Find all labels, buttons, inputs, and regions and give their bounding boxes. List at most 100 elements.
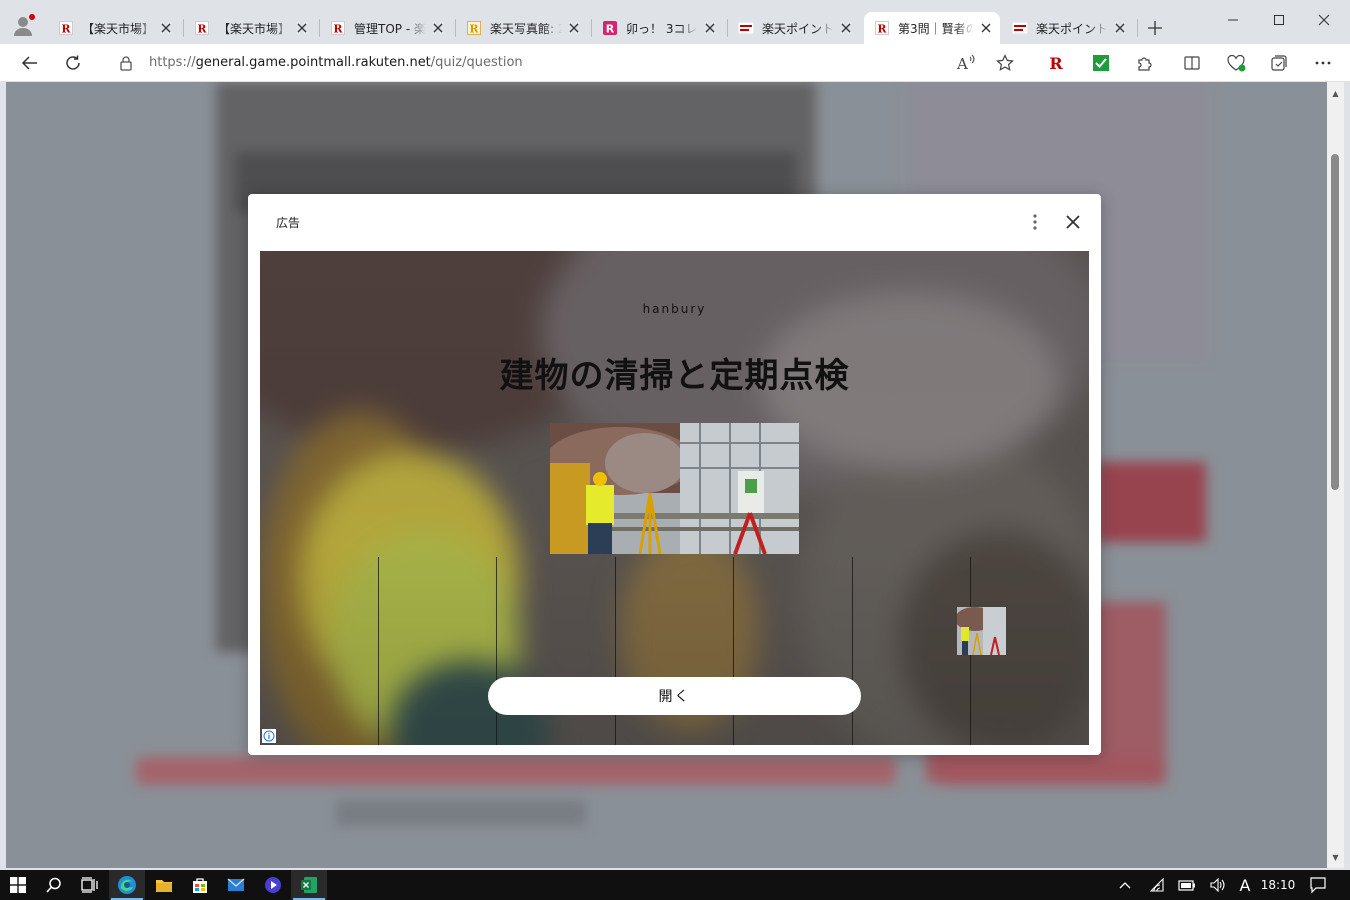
browser-essentials-button[interactable] xyxy=(1224,51,1248,75)
ad-thumbnail[interactable] xyxy=(957,607,1006,655)
star-icon xyxy=(996,54,1014,71)
show-hidden-icons-button[interactable] xyxy=(1114,870,1136,900)
rakuten-extension-button[interactable]: R xyxy=(1044,51,1068,75)
ad-creative[interactable]: hanbury 建物の清掃と定期点検 開く xyxy=(260,251,1089,745)
tab-title: 楽天ポイントモ xyxy=(762,21,834,36)
tab-close-icon[interactable] xyxy=(838,20,854,36)
more-horizontal-icon xyxy=(1315,61,1331,65)
minimize-button[interactable] xyxy=(1210,6,1256,34)
ad-open-button[interactable]: 開く xyxy=(488,677,861,715)
pointmall-icon xyxy=(1012,20,1028,36)
clock[interactable]: 18:10 xyxy=(1260,870,1296,900)
read-aloud-icon: A xyxy=(956,54,975,72)
rakuten-r-icon: R xyxy=(1049,54,1063,72)
taskbar-file-explorer[interactable] xyxy=(146,870,182,900)
svg-text:R: R xyxy=(606,23,615,36)
refresh-button[interactable] xyxy=(61,51,85,75)
folder-icon xyxy=(156,880,172,892)
taskbar-excel[interactable] xyxy=(291,870,327,900)
edge-browser-icon xyxy=(118,876,136,894)
tab-title: 楽天ポイントモ xyxy=(1036,21,1108,36)
notification-center-button[interactable] xyxy=(1305,870,1331,900)
adchoices-info-icon[interactable] xyxy=(262,729,276,743)
speaker-icon xyxy=(1210,878,1225,892)
favorite-button[interactable] xyxy=(993,51,1017,75)
tab-collection[interactable]: R 卯っ！ 3コレも xyxy=(592,12,724,44)
tab-close-icon[interactable] xyxy=(978,20,994,36)
plus-icon xyxy=(1148,21,1162,35)
tab-close-icon[interactable] xyxy=(1112,20,1128,36)
ime-indicator[interactable]: A xyxy=(1235,870,1255,900)
excel-icon xyxy=(301,877,317,893)
rakuten-r-icon: R xyxy=(194,20,210,36)
store-icon xyxy=(193,878,207,893)
creative-divider-line xyxy=(852,557,853,745)
split-screen-button[interactable] xyxy=(1180,51,1204,75)
taskbar-edge[interactable] xyxy=(109,870,145,900)
volume-button[interactable] xyxy=(1207,870,1229,900)
taskbar-media-player[interactable] xyxy=(255,870,291,900)
close-window-button[interactable] xyxy=(1301,6,1347,34)
ad-label: 広告 xyxy=(276,216,301,230)
ad-brand-name: hanbury xyxy=(642,302,707,316)
tab-close-icon[interactable] xyxy=(158,20,174,36)
svg-text:R: R xyxy=(469,23,479,36)
tab-rakuten-ichiba-2[interactable]: R 【楽天市場】ペ xyxy=(184,12,316,44)
taskbar-store[interactable] xyxy=(182,870,218,900)
collections-button[interactable] xyxy=(1267,51,1291,75)
page-scrollbar[interactable]: ▲ ▼ xyxy=(1327,82,1344,868)
tab-close-icon[interactable] xyxy=(294,20,310,36)
search-button[interactable] xyxy=(36,870,72,900)
url-text[interactable]: https://general.game.pointmall.rakuten.n… xyxy=(149,55,523,70)
battery-button[interactable] xyxy=(1176,870,1198,900)
pointmall-icon xyxy=(738,20,754,36)
tab-title: 【楽天市場】ペ xyxy=(218,21,290,36)
read-aloud-button[interactable]: A xyxy=(954,51,978,75)
task-view-button[interactable] xyxy=(72,870,108,900)
address-bar[interactable]: https://general.game.pointmall.rakuten.n… xyxy=(101,48,1036,78)
lock-icon[interactable] xyxy=(119,55,135,71)
green-check-icon xyxy=(1093,55,1109,71)
back-button[interactable] xyxy=(18,51,42,75)
tab-admin-top[interactable]: R 管理TOP - 楽天 xyxy=(320,12,452,44)
rakuten-r-icon: R xyxy=(330,20,346,36)
tab-title: 管理TOP - 楽天 xyxy=(354,21,426,36)
task-view-icon xyxy=(81,877,98,893)
minimize-icon xyxy=(1228,19,1238,21)
new-tab-button[interactable] xyxy=(1143,16,1167,40)
tab-title: 楽天写真館: 2 xyxy=(490,21,562,36)
ad-main-photo[interactable] xyxy=(550,423,799,554)
creative-divider-line xyxy=(378,557,379,745)
extensions-button[interactable] xyxy=(1133,51,1157,75)
svg-text:R: R xyxy=(61,23,71,36)
maximize-button[interactable] xyxy=(1256,6,1302,34)
settings-menu-button[interactable] xyxy=(1311,51,1335,75)
ad-options-button[interactable] xyxy=(1024,211,1046,233)
rakuten-r-pink-icon: R xyxy=(602,20,618,36)
media-play-icon xyxy=(265,877,281,893)
rakuten-photo-icon: R xyxy=(466,20,482,36)
tab-close-icon[interactable] xyxy=(430,20,446,36)
scrollbar-thumb[interactable] xyxy=(1331,154,1339,490)
taskbar-mail[interactable] xyxy=(218,870,254,900)
tab-pointmall-1[interactable]: 楽天ポイントモ xyxy=(728,12,860,44)
url-scheme: https:// xyxy=(149,55,196,70)
tab-pointmall-2[interactable]: 楽天ポイントモ xyxy=(1002,12,1134,44)
tab-close-icon[interactable] xyxy=(702,20,718,36)
tab-close-icon[interactable] xyxy=(566,20,582,36)
scroll-up-icon[interactable]: ▲ xyxy=(1330,88,1341,98)
profile-avatar-icon[interactable] xyxy=(12,13,36,37)
tab-rakuten-ichiba-1[interactable]: R 【楽天市場】Sh xyxy=(48,12,180,44)
maximize-icon xyxy=(1274,15,1284,25)
tab-rakuten-photo[interactable]: R 楽天写真館: 2 xyxy=(456,12,588,44)
network-button[interactable] xyxy=(1146,870,1168,900)
refresh-icon xyxy=(66,55,80,70)
mail-icon xyxy=(227,878,245,891)
scroll-down-icon[interactable]: ▼ xyxy=(1330,852,1341,862)
checkmark-extension-button[interactable] xyxy=(1089,51,1113,75)
tab-quiz-active[interactable]: R 第3問｜賢者の xyxy=(864,12,1000,44)
heart-pulse-icon xyxy=(1227,54,1246,72)
ad-close-button[interactable] xyxy=(1062,211,1084,233)
tab-title: 第3問｜賢者の xyxy=(898,21,974,36)
start-button[interactable] xyxy=(0,870,36,900)
